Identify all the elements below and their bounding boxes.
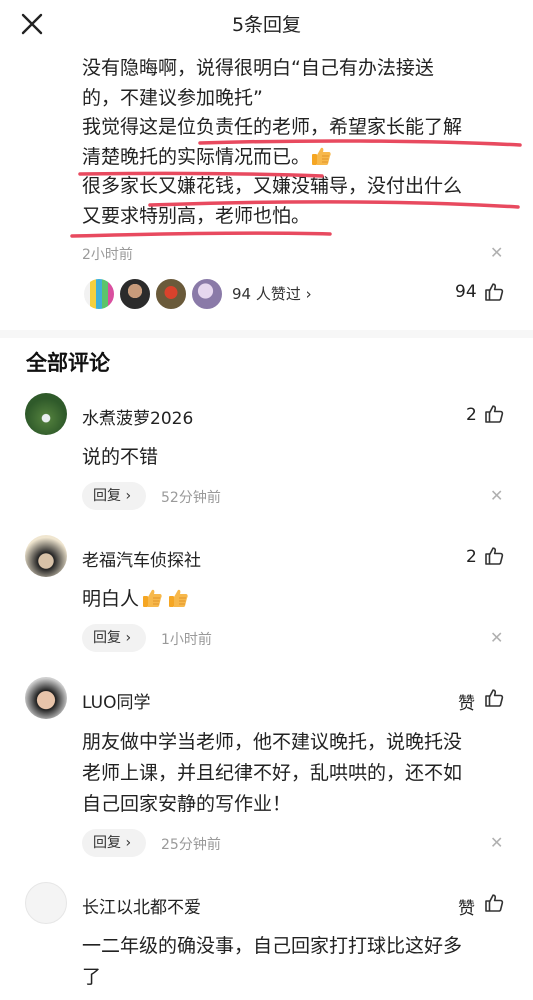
thumbs-up-icon[interactable] xyxy=(484,688,504,708)
reply-button[interactable]: 回复 › xyxy=(82,829,146,857)
avatar xyxy=(154,277,188,311)
comment-time: 52分钟前 xyxy=(161,490,221,506)
dismiss-x-icon[interactable]: ✕ xyxy=(490,833,503,852)
original-line: 又要求特别高，老师也怕。 xyxy=(82,204,311,227)
like-count: 2 xyxy=(466,405,477,425)
thumbs-up-emoji xyxy=(143,589,162,607)
avatar xyxy=(190,277,224,311)
avatar[interactable] xyxy=(25,677,67,719)
dismiss-x-icon[interactable]: ✕ xyxy=(490,243,503,262)
thumbs-up-icon[interactable] xyxy=(484,282,504,302)
comment-username[interactable]: LUO同学 xyxy=(82,688,150,713)
like-label: 赞 xyxy=(458,899,475,919)
original-line: 很多家长又嫌花钱，又嫌没辅导，没付出什么 xyxy=(82,175,463,197)
comment-line: 了 xyxy=(82,966,102,988)
thumbs-up-emoji xyxy=(169,589,188,607)
header-bar: 5条回复 xyxy=(0,0,533,50)
dismiss-x-icon[interactable]: ✕ xyxy=(490,486,503,505)
reply-button[interactable]: 回复 › xyxy=(82,624,146,652)
comment-username[interactable]: 长江以北都不爱 xyxy=(82,893,201,918)
original-line: 清楚晚托的实际情况而已。 xyxy=(82,143,522,173)
original-time: 2小时前 xyxy=(82,247,133,263)
comment-time: 1小时前 xyxy=(161,632,212,648)
comment-line: 自己回家安静的写作业！ xyxy=(82,793,292,815)
original-line: 的，不建议参加晚托” xyxy=(82,86,263,109)
comment-username[interactable]: 水煮菠萝2026 xyxy=(82,404,193,429)
likers-link[interactable]: 94 人赞过 › xyxy=(232,283,312,304)
comment-line: 一二年级的确没事，自己回家打打球比这好多 xyxy=(82,935,463,957)
thumbs-up-icon[interactable] xyxy=(484,893,504,913)
original-comment-text: 没有隐晦啊，说得很明白“自己有办法接送 的，不建议参加晚托” 我觉得这是位负责任… xyxy=(82,54,522,231)
reply-button[interactable]: 回复 › xyxy=(82,482,146,510)
avatar[interactable] xyxy=(25,393,67,435)
comment-line: 老师上课，并且纪律不好，乱哄哄的，还不如 xyxy=(82,762,463,784)
original-line: 没有隐晦啊，说得很明白“自己有办法接送 xyxy=(82,57,434,79)
avatar[interactable] xyxy=(25,882,67,924)
comment-text: 明白人 xyxy=(82,584,512,615)
avatar xyxy=(82,277,116,311)
like-count: 94 xyxy=(455,282,477,302)
original-line: 我觉得这是位负责任的老师，希望家长能了解 xyxy=(82,116,463,138)
page-title: 5条回复 xyxy=(231,14,302,36)
section-title: 全部评论 xyxy=(26,351,110,375)
avatar[interactable] xyxy=(25,535,67,577)
comment-text: 一二年级的确没事，自己回家打打球比这好多 了 xyxy=(82,931,512,993)
underline-stroke xyxy=(70,231,332,238)
thumbs-up-icon[interactable] xyxy=(484,546,504,566)
thumbs-up-emoji xyxy=(312,147,331,165)
comment-text: 说的不错 xyxy=(82,446,159,468)
section-divider xyxy=(0,330,533,338)
avatar xyxy=(118,277,152,311)
comment-text: 朋友做中学当老师，他不建议晚托，说晚托没 老师上课，并且纪律不好，乱哄哄的，还不… xyxy=(82,727,512,820)
like-count: 2 xyxy=(466,547,477,567)
comment-time: 25分钟前 xyxy=(161,837,221,853)
like-label: 赞 xyxy=(458,694,475,714)
dismiss-x-icon[interactable]: ✕ xyxy=(490,628,503,647)
comment-username[interactable]: 老福汽车侦探社 xyxy=(82,546,201,571)
thumbs-up-icon[interactable] xyxy=(484,404,504,424)
comment-line: 朋友做中学当老师，他不建议晚托，说晚托没 xyxy=(82,731,463,753)
